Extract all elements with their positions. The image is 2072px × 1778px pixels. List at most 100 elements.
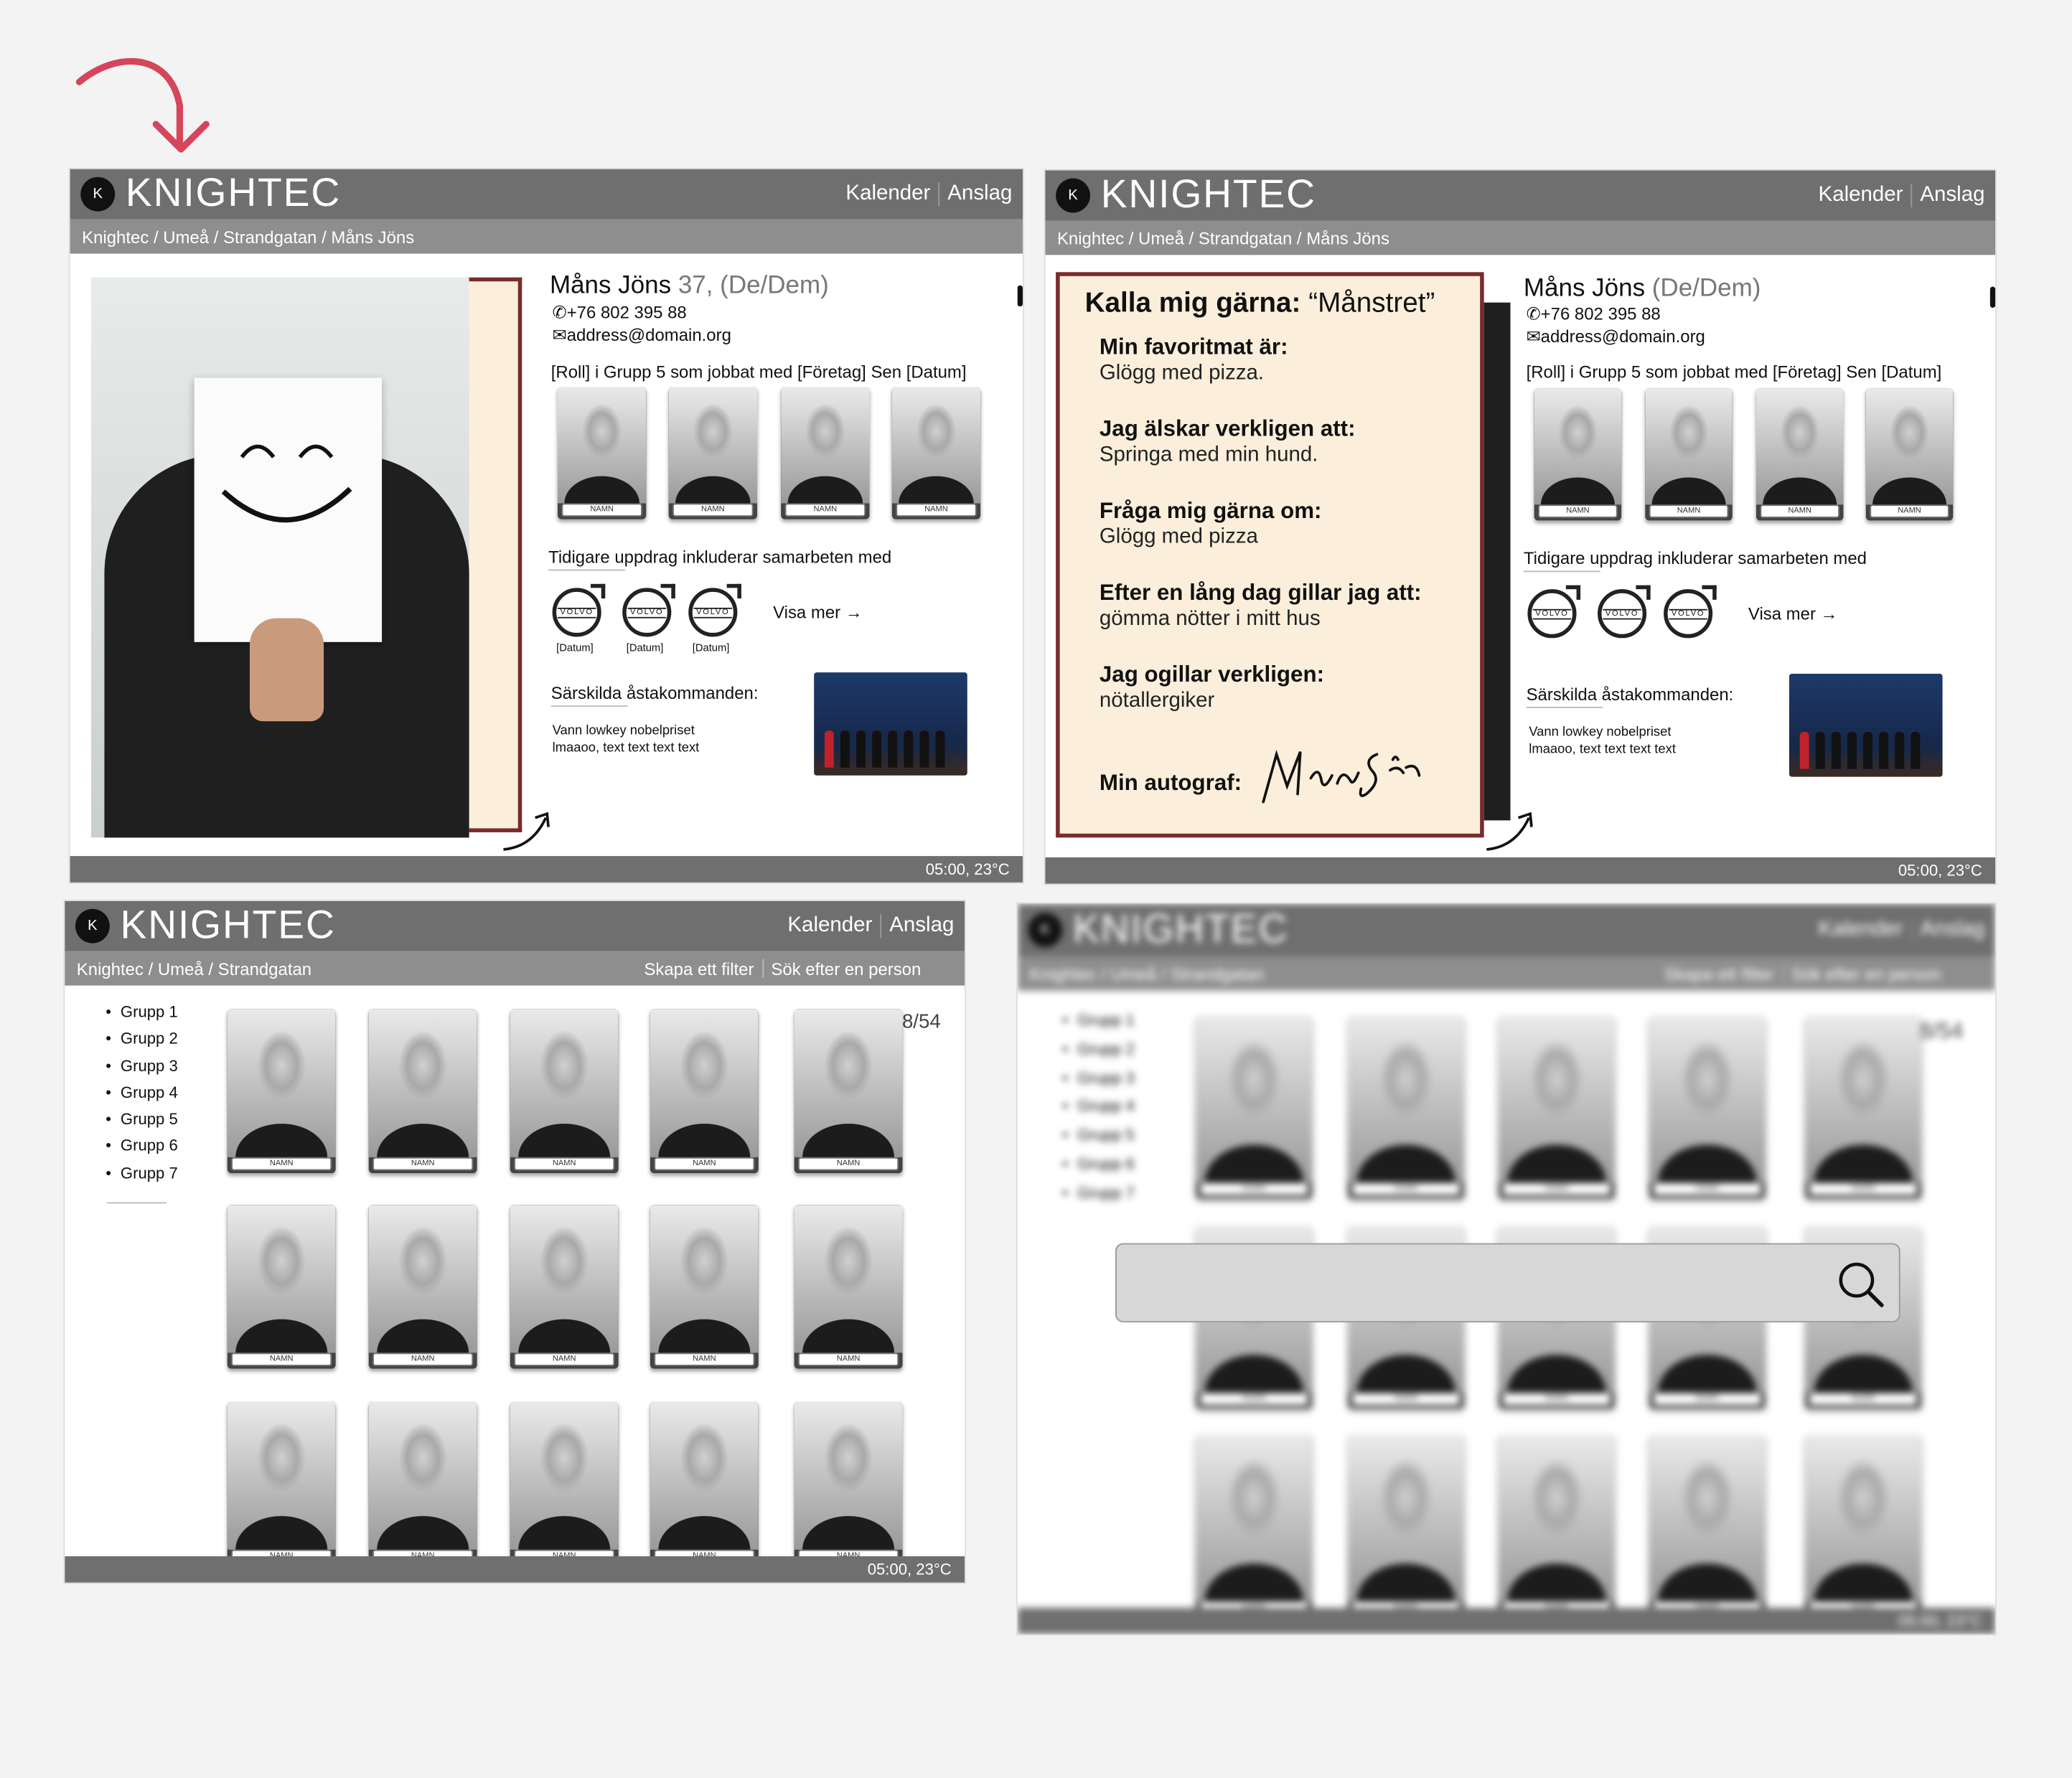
person-card[interactable]: NAMN: [227, 1205, 336, 1369]
volvo-logo-icon[interactable]: VOLVO: [1664, 585, 1717, 639]
person-card[interactable]: NAMN: [650, 1401, 759, 1566]
nav-anslag: Anslag: [1920, 918, 1985, 941]
filter-button: Skapa ett filter: [1664, 964, 1774, 984]
colleague-card[interactable]: NAMN: [781, 387, 870, 519]
volvo-logo-icon[interactable]: VOLVO: [552, 583, 606, 637]
about-card-edge[interactable]: [466, 277, 522, 832]
flip-arrow-icon[interactable]: [1484, 810, 1537, 852]
nobel-photo: [814, 672, 967, 776]
person-card[interactable]: NAMN: [227, 1009, 336, 1173]
nav-divider: [938, 182, 940, 207]
group-item[interactable]: Grupp 4: [106, 1083, 178, 1110]
person-card[interactable]: NAMN: [650, 1009, 759, 1173]
question-4: Efter en lång dag gillar jag att:: [1099, 580, 1422, 606]
person-card[interactable]: NAMN: [1348, 1434, 1465, 1617]
person-name: NAMN: [1809, 1392, 1918, 1406]
person-card[interactable]: NAMN: [1805, 1434, 1922, 1617]
volvo-logo-icon[interactable]: VOLVO: [622, 583, 675, 637]
previous-label: Tidigare uppdrag inkluderar samarbeten m…: [548, 547, 892, 567]
colleague-card[interactable]: NAMN: [668, 387, 758, 519]
nav-anslag[interactable]: Anslag: [1920, 184, 1984, 207]
logo-text: KNIGHTEC: [120, 903, 336, 948]
person-card[interactable]: NAMN: [510, 1205, 619, 1369]
person-card[interactable]: NAMN: [368, 1009, 477, 1173]
nav-kalender[interactable]: Kalender: [1819, 184, 1903, 207]
colleague-name: NAMN: [1538, 504, 1618, 518]
colleague-card[interactable]: NAMN: [1645, 388, 1733, 521]
colleague-card[interactable]: NAMN: [1865, 388, 1954, 521]
person-card[interactable]: NAMN: [794, 1205, 903, 1369]
search-icon[interactable]: [1835, 1259, 1885, 1309]
person-card[interactable]: NAMN: [650, 1205, 759, 1369]
email-text[interactable]: address@domain.org: [567, 325, 731, 345]
group-item[interactable]: Grupp 6: [106, 1137, 178, 1163]
colleague-card[interactable]: NAMN: [891, 387, 981, 519]
person-card[interactable]: NAMN: [510, 1009, 619, 1173]
scrollbar[interactable]: [1017, 285, 1023, 307]
top-nav: Kalender Anslag: [845, 182, 1012, 207]
person-card[interactable]: NAMN: [1196, 1015, 1313, 1198]
person-card[interactable]: NAMN: [227, 1401, 336, 1566]
header: K KNIGHTEC Kalender Anslag: [65, 900, 965, 951]
person-card[interactable]: NAMN: [1649, 1015, 1766, 1198]
about-card[interactable]: Kalla mig gärna: “Månstret” Min favoritm…: [1056, 272, 1484, 838]
nav-anslag[interactable]: Anslag: [947, 182, 1012, 206]
group-item[interactable]: Grupp 1: [106, 1002, 178, 1029]
logo[interactable]: K KNIGHTEC: [75, 903, 336, 949]
nav-kalender[interactable]: Kalender: [845, 182, 930, 206]
group-item[interactable]: Grupp 2: [106, 1030, 178, 1056]
search-bar[interactable]: [1115, 1243, 1900, 1323]
person-name: NAMN: [372, 1157, 474, 1171]
colleague-card[interactable]: NAMN: [1755, 388, 1844, 521]
group-item: Grupp 3: [1062, 1068, 1135, 1097]
volvo-text: VOLVO: [557, 607, 596, 618]
person-card[interactable]: NAMN: [368, 1205, 477, 1369]
breadcrumb-text[interactable]: Knightec / Umeå / Strandgatan / Måns Jön…: [82, 227, 414, 247]
person-card[interactable]: NAMN: [1498, 1434, 1615, 1617]
nav-anslag[interactable]: Anslag: [889, 914, 954, 938]
visa-mer-link[interactable]: Visa mer →: [773, 603, 863, 623]
search-person-button[interactable]: Sök efter en person: [771, 959, 921, 979]
person-card[interactable]: NAMN: [1805, 1015, 1922, 1198]
person-card[interactable]: NAMN: [1498, 1015, 1615, 1198]
person-card[interactable]: NAMN: [1196, 1434, 1313, 1617]
phone-text[interactable]: +76 802 395 88: [567, 303, 687, 323]
phone-text[interactable]: +76 802 395 88: [1541, 304, 1661, 324]
volvo-logo-icon[interactable]: VOLVO: [1527, 585, 1581, 639]
phone-icon: ✆: [1526, 304, 1541, 324]
colleague-card[interactable]: NAMN: [557, 387, 647, 519]
breadcrumb-text[interactable]: Knightec / Umeå / Strandgatan: [77, 959, 311, 979]
volvo-logo-icon[interactable]: VOLVO: [688, 583, 741, 637]
achievement-2: lmaaoo, text text text text: [552, 740, 700, 756]
group-list: Grupp 1 Grupp 2 Grupp 3 Grupp 4 Grupp 5 …: [106, 1002, 178, 1190]
person-name: NAMN: [1653, 1182, 1762, 1196]
person-card[interactable]: NAMN: [794, 1009, 903, 1173]
person-name: NAMN: [231, 1157, 332, 1171]
logo[interactable]: K KNIGHTEC: [80, 171, 341, 217]
group-item[interactable]: Grupp 3: [106, 1056, 178, 1083]
group-item[interactable]: Grupp 7: [106, 1164, 178, 1190]
nav-kalender[interactable]: Kalender: [787, 914, 872, 938]
person-card[interactable]: NAMN: [1348, 1015, 1465, 1198]
logo[interactable]: K KNIGHTEC: [1056, 173, 1316, 218]
top-nav: Kalender Anslag: [787, 914, 954, 939]
breadcrumb-text[interactable]: Knightec / Umeå / Strandgatan / Måns Jön…: [1057, 228, 1389, 248]
person-card[interactable]: NAMN: [510, 1401, 619, 1566]
volvo-logo-icon[interactable]: VOLVO: [1598, 585, 1651, 639]
person-name: Måns Jöns 37, (De/Dem): [550, 272, 829, 301]
filter-button[interactable]: Skapa ett filter: [644, 959, 754, 979]
person-card[interactable]: NAMN: [794, 1401, 903, 1566]
client-date: [Datum]: [556, 641, 594, 654]
email-text[interactable]: address@domain.org: [1541, 326, 1705, 347]
visa-mer-link[interactable]: Visa mer →: [1748, 603, 1838, 624]
person-card[interactable]: NAMN: [368, 1401, 477, 1566]
group-item[interactable]: Grupp 5: [106, 1110, 178, 1137]
colleague-name: NAMN: [784, 503, 866, 517]
flip-arrow-icon[interactable]: [501, 810, 554, 852]
person-card[interactable]: NAMN: [1649, 1434, 1766, 1617]
scrollbar[interactable]: [1989, 286, 1996, 308]
answer-4: gömma nötter i mitt hus: [1099, 607, 1321, 631]
colleague-card[interactable]: NAMN: [1534, 388, 1622, 521]
name-text: Måns Jöns: [549, 272, 672, 300]
logo-text: KNIGHTEC: [125, 171, 342, 216]
